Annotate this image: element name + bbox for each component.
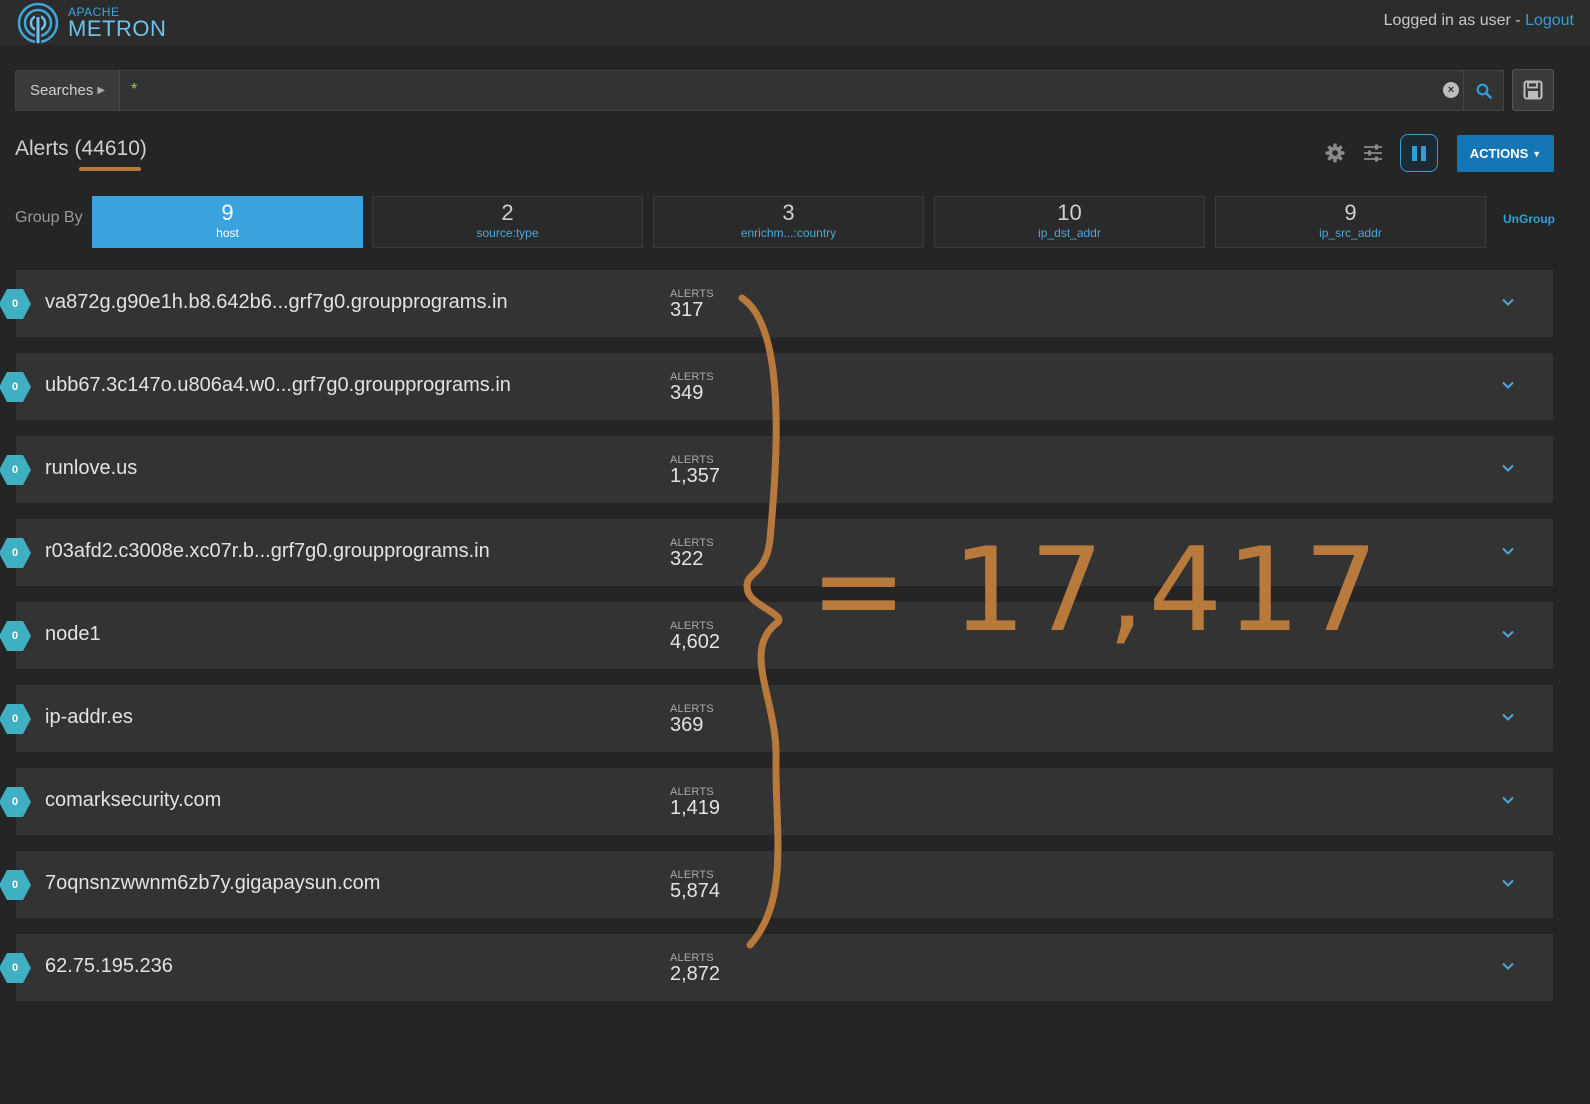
chevron-down-icon[interactable] bbox=[1500, 709, 1516, 725]
group-row[interactable]: 0 comarksecurity.com ALERTS 1,419 bbox=[0, 768, 1553, 835]
group-tile-count: 3 bbox=[782, 200, 795, 225]
chevron-down-icon[interactable] bbox=[1500, 377, 1516, 393]
metron-logo-icon bbox=[17, 2, 59, 43]
group-row-host: va872g.g90e1h.b8.642b6...grf7g0.grouppro… bbox=[45, 291, 508, 313]
group-tile-source-type[interactable]: 2 source:type bbox=[372, 196, 643, 248]
group-tile-count: 2 bbox=[501, 200, 514, 225]
metron-logo[interactable]: APACHE METRON bbox=[16, 0, 166, 45]
chevron-down-icon[interactable] bbox=[1500, 626, 1516, 642]
score-badge: 0 bbox=[0, 537, 31, 569]
group-row-host: 62.75.195.236 bbox=[45, 955, 173, 977]
chevron-down-icon[interactable] bbox=[1500, 958, 1516, 974]
group-tile-count: 9 bbox=[221, 200, 234, 225]
login-status: Logged in as user - Logout bbox=[1384, 12, 1574, 30]
group-row-host: runlove.us bbox=[45, 457, 138, 479]
chevron-down-icon[interactable] bbox=[1500, 460, 1516, 476]
group-tile-count: 9 bbox=[1344, 200, 1357, 225]
search-button[interactable] bbox=[1463, 70, 1504, 111]
search-icon bbox=[1476, 83, 1492, 99]
clear-search-icon[interactable]: × bbox=[1443, 82, 1459, 98]
searches-button[interactable]: Searches ▶ bbox=[16, 71, 120, 110]
login-text: Logged in as user - bbox=[1383, 12, 1526, 29]
alerts-count: 5,874 bbox=[670, 880, 721, 902]
group-row[interactable]: 0 ubb67.3c147o.u806a4.w0...grf7g0.groupp… bbox=[0, 353, 1553, 420]
actions-button[interactable]: ACTIONS ▼ bbox=[1457, 135, 1554, 172]
score-badge: 0 bbox=[0, 371, 31, 403]
alerts-count: 369 bbox=[670, 714, 704, 736]
group-row-host: ubb67.3c147o.u806a4.w0...grf7g0.grouppro… bbox=[45, 374, 511, 396]
alerts-count: 1,357 bbox=[670, 465, 721, 487]
group-tile-name: ip_src_addr bbox=[1319, 226, 1382, 240]
group-row[interactable]: 0 runlove.us ALERTS 1,357 bbox=[0, 436, 1553, 503]
group-by-label: Group By bbox=[15, 209, 83, 226]
score-badge: 0 bbox=[0, 952, 31, 984]
group-row-host: r03afd2.c3008e.xc07r.b...grf7g0.grouppro… bbox=[45, 540, 490, 562]
alerts-count: 349 bbox=[670, 382, 704, 404]
score-badge: 0 bbox=[0, 620, 31, 652]
gear-icon[interactable] bbox=[1323, 141, 1347, 165]
annotation-underline bbox=[79, 167, 141, 171]
group-row-host: comarksecurity.com bbox=[45, 789, 222, 811]
top-bar: APACHE METRON Logged in as user - Logout bbox=[0, 0, 1590, 45]
group-tile-count: 10 bbox=[1057, 200, 1082, 225]
group-row[interactable]: 0 node1 ALERTS 4,602 bbox=[0, 602, 1553, 669]
group-row-host: 7oqnsnzwwnm6zb7y.gigapaysun.com bbox=[45, 872, 381, 894]
alerts-count: 322 bbox=[670, 548, 704, 570]
searches-label: Searches bbox=[29, 82, 94, 99]
logo-big-text: METRON bbox=[68, 15, 167, 41]
actions-label: ACTIONS bbox=[1469, 146, 1529, 161]
sliders-icon[interactable] bbox=[1361, 141, 1385, 165]
logout-link[interactable]: Logout bbox=[1525, 12, 1574, 29]
group-tile-host[interactable]: 9 host bbox=[92, 196, 363, 248]
caret-right-icon: ▶ bbox=[97, 85, 106, 96]
pause-button[interactable] bbox=[1400, 134, 1438, 172]
chevron-down-icon[interactable] bbox=[1500, 294, 1516, 310]
alerts-count: 317 bbox=[670, 299, 704, 321]
chevron-down-icon[interactable] bbox=[1500, 543, 1516, 559]
chevron-down-icon[interactable] bbox=[1500, 792, 1516, 808]
group-row-host: ip-addr.es bbox=[45, 706, 133, 728]
group-row[interactable]: 0 r03afd2.c3008e.xc07r.b...grf7g0.groupp… bbox=[0, 519, 1553, 586]
alerts-title-suffix: ) bbox=[139, 137, 147, 160]
group-tile-ip-src-addr[interactable]: 9 ip_src_addr bbox=[1215, 196, 1486, 248]
save-search-button[interactable] bbox=[1512, 69, 1554, 111]
save-icon bbox=[1523, 80, 1543, 100]
alerts-count: 44610 bbox=[81, 137, 140, 160]
search-bar: Searches ▶ * × bbox=[15, 70, 1464, 111]
alerts-title-prefix: Alerts ( bbox=[15, 137, 82, 160]
score-badge: 0 bbox=[0, 869, 31, 901]
pause-icon bbox=[1412, 145, 1417, 161]
group-row[interactable]: 0 ip-addr.es ALERTS 369 bbox=[0, 685, 1553, 752]
alerts-count: 4,602 bbox=[670, 631, 721, 653]
score-badge: 0 bbox=[0, 786, 31, 818]
group-tile-ip-dst-addr[interactable]: 10 ip_dst_addr bbox=[934, 196, 1205, 248]
alerts-count: 2,872 bbox=[670, 963, 721, 985]
group-row[interactable]: 0 62.75.195.236 ALERTS 2,872 bbox=[0, 934, 1553, 1001]
score-badge: 0 bbox=[0, 454, 31, 486]
score-badge: 0 bbox=[0, 703, 31, 735]
group-tile-country[interactable]: 3 enrichm...:country bbox=[653, 196, 924, 248]
ungroup-button[interactable]: UnGroup bbox=[1503, 212, 1555, 226]
group-tile-name: ip_dst_addr bbox=[1038, 226, 1101, 240]
pause-icon-bar bbox=[1421, 145, 1426, 161]
score-badge: 0 bbox=[0, 288, 31, 320]
group-row[interactable]: 0 7oqnsnzwwnm6zb7y.gigapaysun.com ALERTS… bbox=[0, 851, 1553, 918]
alerts-count: 1,419 bbox=[670, 797, 721, 819]
group-row[interactable]: 0 va872g.g90e1h.b8.642b6...grf7g0.groupp… bbox=[0, 270, 1553, 337]
search-input[interactable]: * bbox=[131, 81, 137, 99]
group-tile-name: source:type bbox=[476, 226, 539, 240]
caret-down-icon: ▼ bbox=[1532, 148, 1542, 159]
group-tile-name: host bbox=[216, 226, 239, 240]
group-tile-name: enrichm...:country bbox=[740, 226, 837, 240]
group-row-host: node1 bbox=[45, 623, 101, 645]
chevron-down-icon[interactable] bbox=[1500, 875, 1516, 891]
page-title: Alerts (44610) bbox=[15, 137, 147, 161]
